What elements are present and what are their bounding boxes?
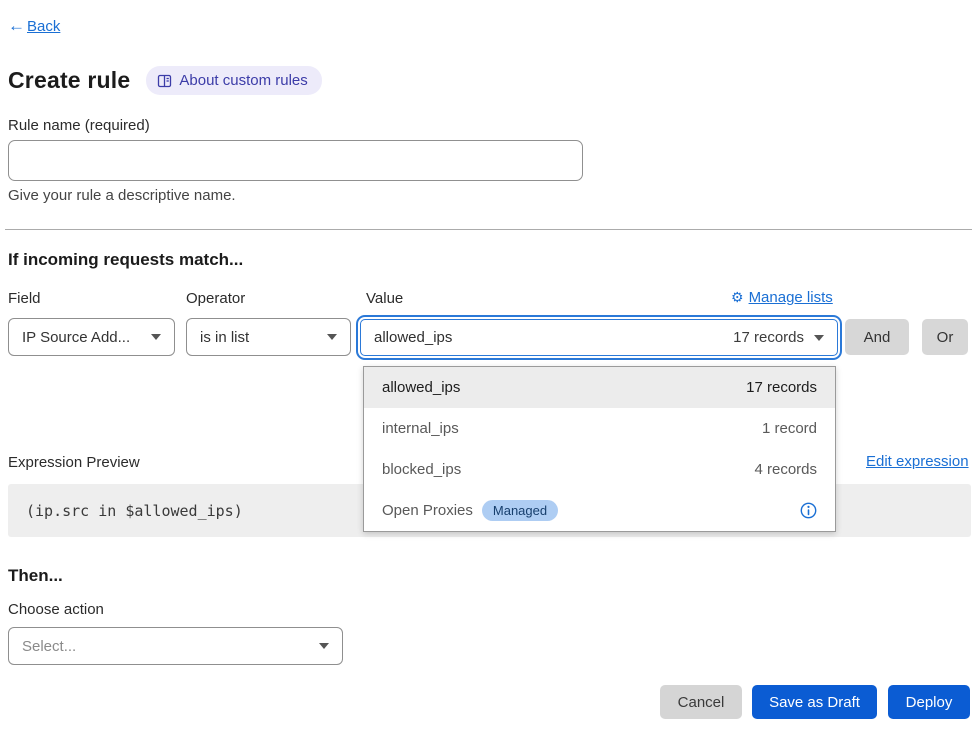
operator-select-value: is in list bbox=[200, 329, 317, 346]
rule-name-input[interactable] bbox=[8, 140, 583, 181]
deploy-button[interactable]: Deploy bbox=[888, 685, 970, 719]
list-option-internal-ips[interactable]: internal_ips 1 record bbox=[364, 408, 835, 449]
edit-expression-link[interactable]: Edit expression bbox=[866, 453, 969, 470]
action-select-placeholder: Select... bbox=[22, 638, 309, 655]
and-button[interactable]: And bbox=[845, 319, 909, 355]
info-icon[interactable] bbox=[800, 502, 817, 519]
list-option-name: internal_ips bbox=[382, 420, 459, 437]
operator-select[interactable]: is in list bbox=[186, 318, 351, 356]
back-arrow-icon: ← bbox=[8, 16, 25, 35]
section-divider bbox=[5, 229, 972, 230]
then-section-heading: Then... bbox=[8, 566, 63, 586]
operator-label: Operator bbox=[186, 290, 245, 307]
list-option-record-count: 17 records bbox=[746, 379, 817, 396]
list-option-blocked-ips[interactable]: blocked_ips 4 records bbox=[364, 449, 835, 490]
value-select-value: allowed_ips bbox=[374, 329, 452, 346]
field-select-value: IP Source Add... bbox=[22, 329, 141, 346]
chevron-down-icon bbox=[327, 334, 337, 340]
expression-preview-label: Expression Preview bbox=[8, 454, 140, 471]
manage-lists-label: Manage lists bbox=[749, 289, 833, 306]
value-select-record-count: 17 records bbox=[733, 329, 804, 346]
about-custom-rules-link[interactable]: About custom rules bbox=[146, 66, 321, 95]
about-pill-label: About custom rules bbox=[179, 72, 307, 89]
list-option-name: allowed_ips bbox=[382, 379, 460, 396]
or-button[interactable]: Or bbox=[922, 319, 968, 355]
back-link-label: Back bbox=[27, 18, 60, 35]
chevron-down-icon bbox=[319, 643, 329, 649]
cancel-button[interactable]: Cancel bbox=[660, 685, 742, 719]
gear-icon: ⚙ bbox=[731, 289, 744, 306]
list-option-record-count: 4 records bbox=[754, 461, 817, 478]
list-option-allowed-ips[interactable]: allowed_ips 17 records bbox=[364, 367, 835, 408]
list-option-open-proxies[interactable]: Open Proxies Managed bbox=[364, 490, 835, 531]
back-link[interactable]: ←Back bbox=[8, 16, 60, 36]
value-select[interactable]: allowed_ips 17 records bbox=[360, 319, 838, 356]
managed-badge: Managed bbox=[482, 500, 558, 521]
action-select[interactable]: Select... bbox=[8, 627, 343, 665]
title-row: Create rule About custom rules bbox=[8, 66, 322, 95]
chevron-down-icon bbox=[814, 335, 824, 341]
match-section-heading: If incoming requests match... bbox=[8, 250, 243, 270]
list-dropdown-panel: allowed_ips 17 records internal_ips 1 re… bbox=[363, 366, 836, 532]
chevron-down-icon bbox=[151, 334, 161, 340]
field-select[interactable]: IP Source Add... bbox=[8, 318, 175, 356]
manage-lists-link[interactable]: ⚙ Manage lists bbox=[731, 289, 833, 306]
value-label: Value bbox=[366, 290, 403, 307]
create-rule-page: ←Back Create rule About custom rules Rul… bbox=[0, 0, 979, 739]
page-title: Create rule bbox=[8, 67, 130, 94]
save-as-draft-button[interactable]: Save as Draft bbox=[752, 685, 877, 719]
list-option-record-count: 1 record bbox=[762, 420, 817, 437]
choose-action-label: Choose action bbox=[8, 601, 104, 618]
list-option-name: Open Proxies bbox=[382, 502, 473, 519]
rule-name-label: Rule name (required) bbox=[8, 117, 150, 134]
expression-code: (ip.src in $allowed_ips) bbox=[8, 502, 243, 520]
list-option-name: blocked_ips bbox=[382, 461, 461, 478]
rule-name-helper-text: Give your rule a descriptive name. bbox=[8, 187, 236, 204]
field-label: Field bbox=[8, 290, 41, 307]
book-icon bbox=[157, 74, 172, 88]
